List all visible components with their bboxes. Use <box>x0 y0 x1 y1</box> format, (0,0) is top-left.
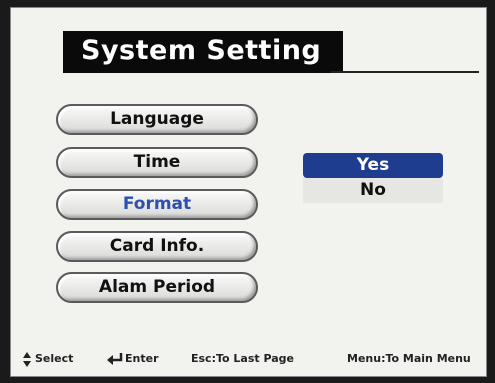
option-yes[interactable]: Yes <box>303 153 443 178</box>
title-divider <box>331 71 479 73</box>
footer-enter-label: Enter <box>125 352 159 365</box>
footer-menu-hint: Menu:To Main Menu <box>347 352 471 365</box>
menu-item-label: Card Info. <box>109 236 205 256</box>
menu-item-card-info[interactable]: Card Info. <box>56 231 258 262</box>
menu-item-label: Format <box>122 194 192 214</box>
menu-item-format[interactable]: Format <box>56 189 258 220</box>
option-no-label: No <box>360 180 386 200</box>
title-bar: System Setting <box>63 31 343 73</box>
up-down-arrow-icon <box>23 352 31 367</box>
menu-item-label: Time <box>133 152 181 172</box>
footer-select-label: Select <box>35 352 74 365</box>
page-title: System Setting <box>81 35 322 66</box>
menu-item-alam-period[interactable]: Alam Period <box>56 272 258 303</box>
footer-esc-hint: Esc:To Last Page <box>191 352 295 365</box>
enter-arrow-icon <box>107 353 123 365</box>
menu-item-label: Alam Period <box>98 277 216 297</box>
menu-item-language[interactable]: Language <box>56 104 258 135</box>
menu-item-label: Language <box>110 109 204 129</box>
menu-item-time[interactable]: Time <box>56 147 258 178</box>
option-yes-label: Yes <box>356 155 390 175</box>
settings-screen: System Setting Language Time Format Card… <box>10 7 487 377</box>
option-no[interactable]: No <box>303 178 443 203</box>
